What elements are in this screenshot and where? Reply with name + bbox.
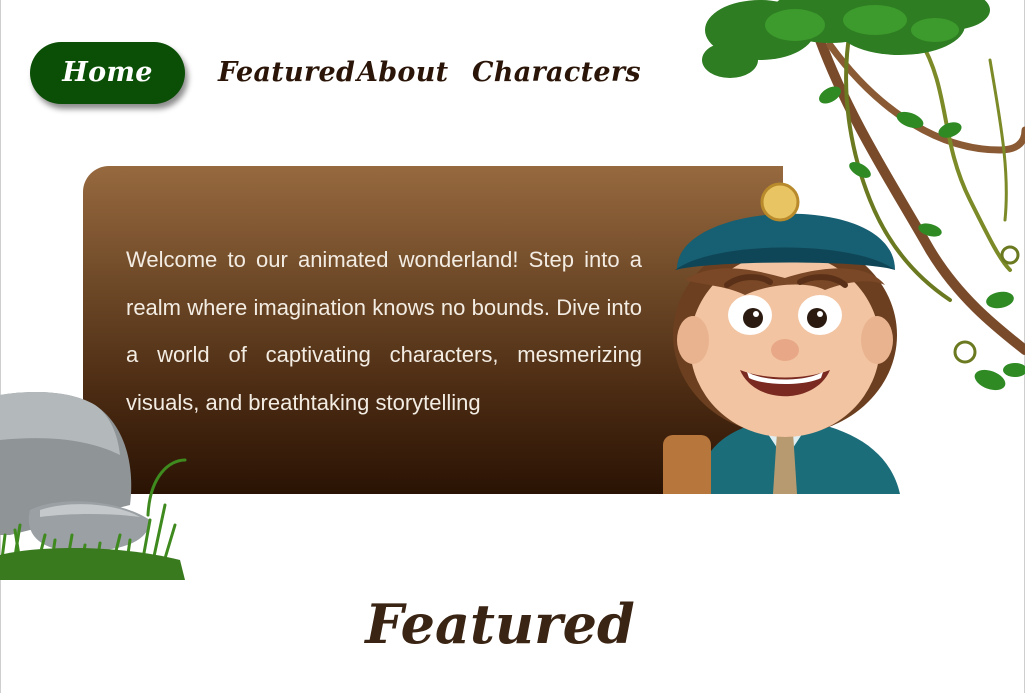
cartoon-character-illustration <box>663 182 900 494</box>
featured-section-title: Featured <box>365 592 635 656</box>
nav-characters-link[interactable]: Characters <box>472 42 641 104</box>
rock-and-grass-illustration <box>0 392 187 580</box>
nav-home-link[interactable]: Home <box>30 42 185 104</box>
hero-welcome-text: Welcome to our animated wonderland! Step… <box>126 247 642 415</box>
nav-about-link[interactable]: About <box>357 42 448 104</box>
main-nav: Home Featured About Characters <box>30 42 650 104</box>
nav-featured-link[interactable]: Featured <box>218 42 355 104</box>
